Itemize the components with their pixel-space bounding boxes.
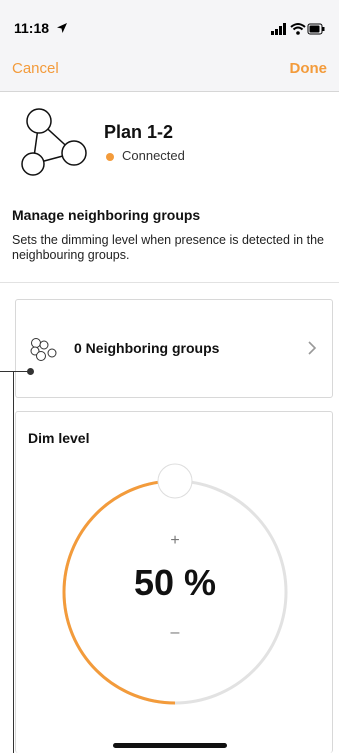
- neighbor-groups-row[interactable]: 0 Neighboring groups: [15, 299, 333, 398]
- battery-icon: [307, 23, 325, 35]
- group-header: Plan 1-2 Connected: [0, 92, 339, 202]
- neighbor-groups-icon: [30, 338, 57, 361]
- divider: [0, 282, 339, 283]
- connection-status: Connected: [122, 148, 185, 163]
- callout-dot: [27, 368, 34, 375]
- cancel-button[interactable]: Cancel: [12, 60, 59, 77]
- status-bar: 11:18: [0, 0, 339, 44]
- done-button[interactable]: Done: [290, 60, 328, 77]
- section-description: Sets the dimming level when presence is …: [12, 233, 324, 262]
- increase-button[interactable]: +: [170, 532, 179, 550]
- group-icon: [21, 108, 87, 176]
- callout-line: [0, 371, 30, 372]
- connection-status-dot: [106, 153, 114, 161]
- dim-level-value: 50 %: [133, 562, 217, 603]
- location-arrow-icon: [57, 23, 67, 33]
- dim-level-card: Dim level + 50 % –: [15, 411, 333, 753]
- section-title: Manage neighboring groups: [12, 207, 201, 223]
- neighbor-groups-label: 0 Neighboring groups: [74, 340, 220, 356]
- status-time: 11:18: [14, 20, 50, 36]
- chevron-right-icon: [308, 341, 317, 355]
- plan-title: Plan 1-2: [104, 122, 174, 142]
- nav-bar: Cancel Done: [0, 44, 339, 92]
- home-indicator: [113, 743, 227, 748]
- dial-knob[interactable]: [157, 463, 193, 499]
- callout-line-vertical: [13, 371, 14, 753]
- decrease-button[interactable]: –: [171, 624, 180, 642]
- status-icons: [271, 23, 325, 35]
- wifi-icon: [290, 23, 306, 35]
- signal-icon: [271, 23, 286, 35]
